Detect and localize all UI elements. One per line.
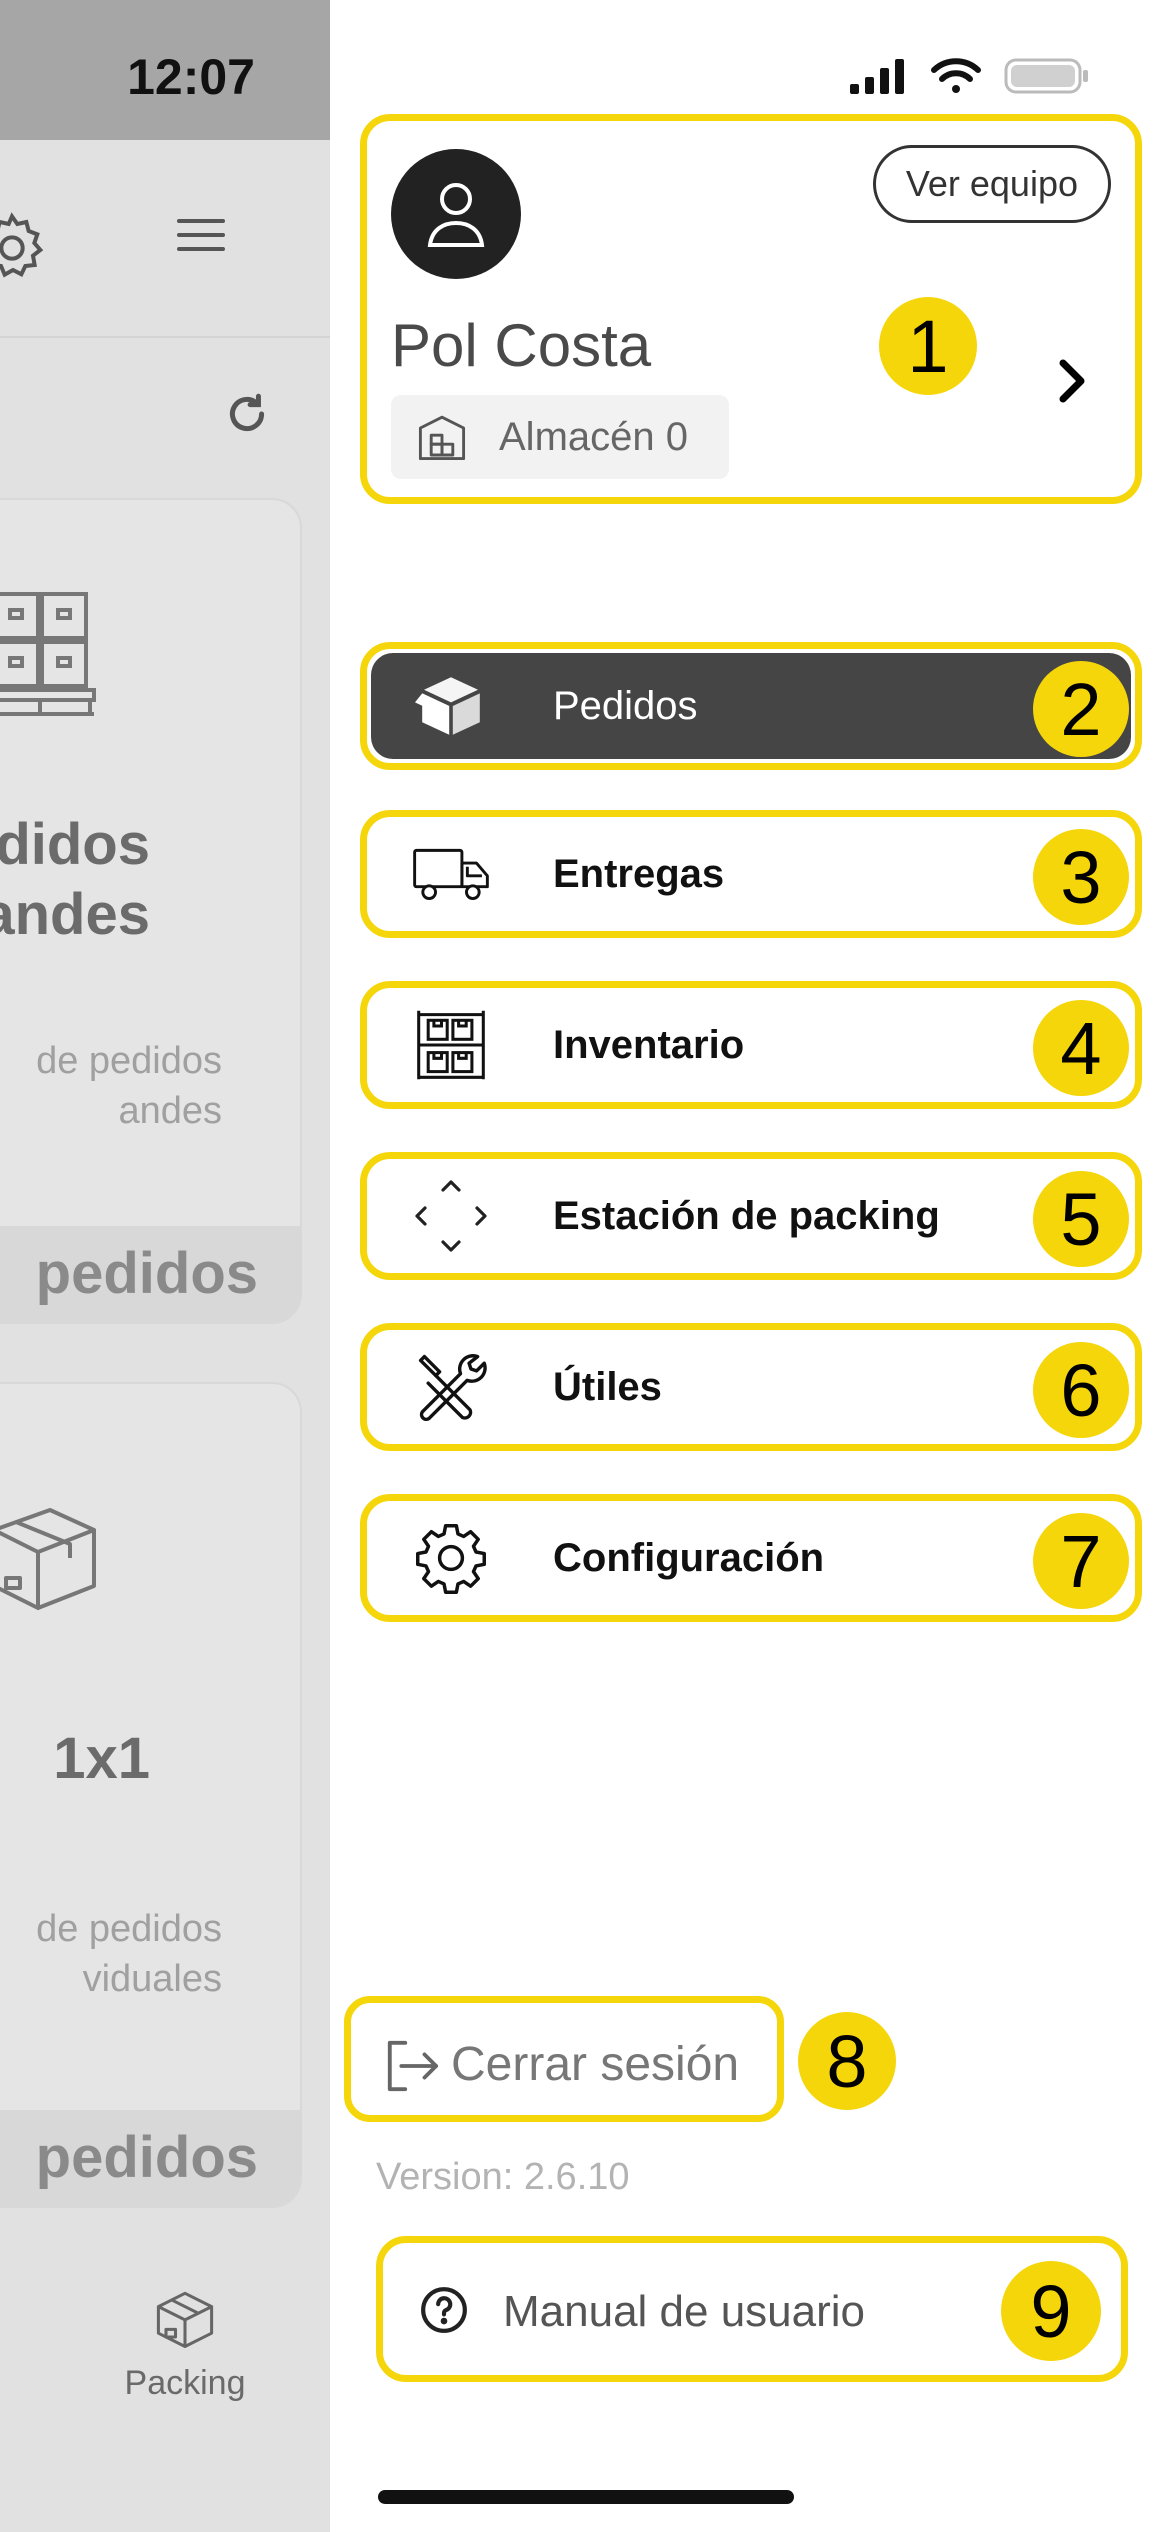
logout-icon bbox=[381, 2039, 441, 2093]
wifi-icon bbox=[930, 56, 982, 96]
status-icons bbox=[848, 56, 1090, 96]
annotation-marker: 2 bbox=[1033, 661, 1129, 757]
view-team-button[interactable]: Ver equipo bbox=[872, 145, 1111, 223]
warehouse-badge: Almacén 0 bbox=[391, 395, 729, 479]
card-action-label: pedidos bbox=[35, 2125, 258, 2190]
box-open-icon bbox=[411, 666, 491, 746]
pallet-boxes-icon bbox=[0, 590, 102, 720]
tools-icon bbox=[411, 1347, 491, 1427]
warehouse-icon bbox=[418, 415, 466, 461]
menu-item-label: Estación de packing bbox=[553, 1193, 940, 1238]
menu-item-entregas[interactable]: Entregas 3 bbox=[360, 810, 1142, 938]
background-status-bar: 12:07 bbox=[0, 0, 330, 140]
menu-item-label: Configuración bbox=[553, 1535, 825, 1580]
battery-icon bbox=[1004, 56, 1090, 96]
shelving-icon bbox=[411, 1005, 491, 1085]
profile-card[interactable]: Ver equipo Pol Costa Almacén 0 1 bbox=[360, 114, 1142, 504]
menu-item-label: Inventario bbox=[553, 1022, 745, 1067]
navigation-drawer: Ver equipo Pol Costa Almacén 0 1 Pedidos bbox=[330, 0, 1170, 2532]
status-time: 12:07 bbox=[127, 49, 255, 105]
card-title-line: 1x1 bbox=[53, 1726, 150, 1791]
annotation-marker: 5 bbox=[1033, 1171, 1129, 1267]
card-description-line: andes bbox=[118, 1090, 222, 1132]
menu-item-utiles[interactable]: Útiles 6 bbox=[360, 1323, 1142, 1451]
card-description-line: de pedidos bbox=[36, 1908, 222, 1950]
help-circle-icon bbox=[419, 2285, 469, 2335]
logout-button[interactable]: Cerrar sesión bbox=[344, 1996, 784, 2122]
user-manual-button[interactable]: Manual de usuario 9 bbox=[376, 2236, 1128, 2382]
directions-icon bbox=[411, 1176, 491, 1256]
annotation-marker: 6 bbox=[1033, 1342, 1129, 1438]
card-action-label: pedidos bbox=[35, 1241, 258, 1306]
cellular-signal-icon bbox=[848, 56, 908, 96]
menu-item-pedidos[interactable]: Pedidos 2 bbox=[360, 642, 1142, 770]
card-title-line: andes bbox=[0, 882, 150, 947]
warehouse-label: Almacén 0 bbox=[499, 414, 688, 459]
menu-item-label: Entregas bbox=[553, 851, 725, 896]
app-version: Version: 2.6.10 bbox=[376, 2156, 630, 2198]
card-description-line: viduales bbox=[82, 1958, 222, 2000]
truck-icon bbox=[411, 834, 491, 914]
card-description-line: de pedidos bbox=[36, 1040, 222, 1082]
tab-packing[interactable]: Packing bbox=[120, 2280, 250, 2403]
annotation-marker: 7 bbox=[1033, 1513, 1129, 1609]
card-title-line: didos bbox=[0, 812, 150, 877]
card-action-button[interactable]: pedidos bbox=[0, 1226, 300, 1322]
chevron-right-icon[interactable] bbox=[1057, 357, 1087, 405]
refresh-icon[interactable] bbox=[222, 389, 272, 439]
menu-item-inventario[interactable]: Inventario 4 bbox=[360, 981, 1142, 1109]
settings-gear-icon[interactable] bbox=[0, 208, 52, 288]
logout-label: Cerrar sesión bbox=[451, 2038, 740, 2091]
menu-item-label: Pedidos bbox=[553, 683, 698, 728]
annotation-marker: 8 bbox=[798, 2012, 896, 2110]
user-name: Pol Costa bbox=[391, 312, 652, 379]
annotation-marker: 9 bbox=[1001, 2261, 1101, 2361]
menu-item-label: Útiles bbox=[553, 1364, 662, 1409]
menu-item-configuracion[interactable]: Configuración 7 bbox=[360, 1494, 1142, 1622]
annotation-marker: 3 bbox=[1033, 829, 1129, 925]
tab-packing-label: Packing bbox=[124, 2364, 246, 2402]
box-icon bbox=[0, 1490, 102, 1620]
card-action-button[interactable]: pedidos bbox=[0, 2110, 300, 2206]
annotation-marker: 4 bbox=[1033, 1000, 1129, 1096]
hamburger-menu-icon[interactable] bbox=[175, 215, 227, 255]
menu-item-estacion-packing[interactable]: Estación de packing 5 bbox=[360, 1152, 1142, 1280]
annotation-marker: 1 bbox=[879, 297, 977, 395]
user-manual-label: Manual de usuario bbox=[503, 2287, 866, 2336]
avatar bbox=[391, 149, 521, 279]
gear-icon bbox=[411, 1518, 491, 1598]
background-app: 12:07 didos andes de pedidos andes pedid… bbox=[0, 0, 330, 2532]
home-indicator bbox=[378, 2490, 794, 2504]
